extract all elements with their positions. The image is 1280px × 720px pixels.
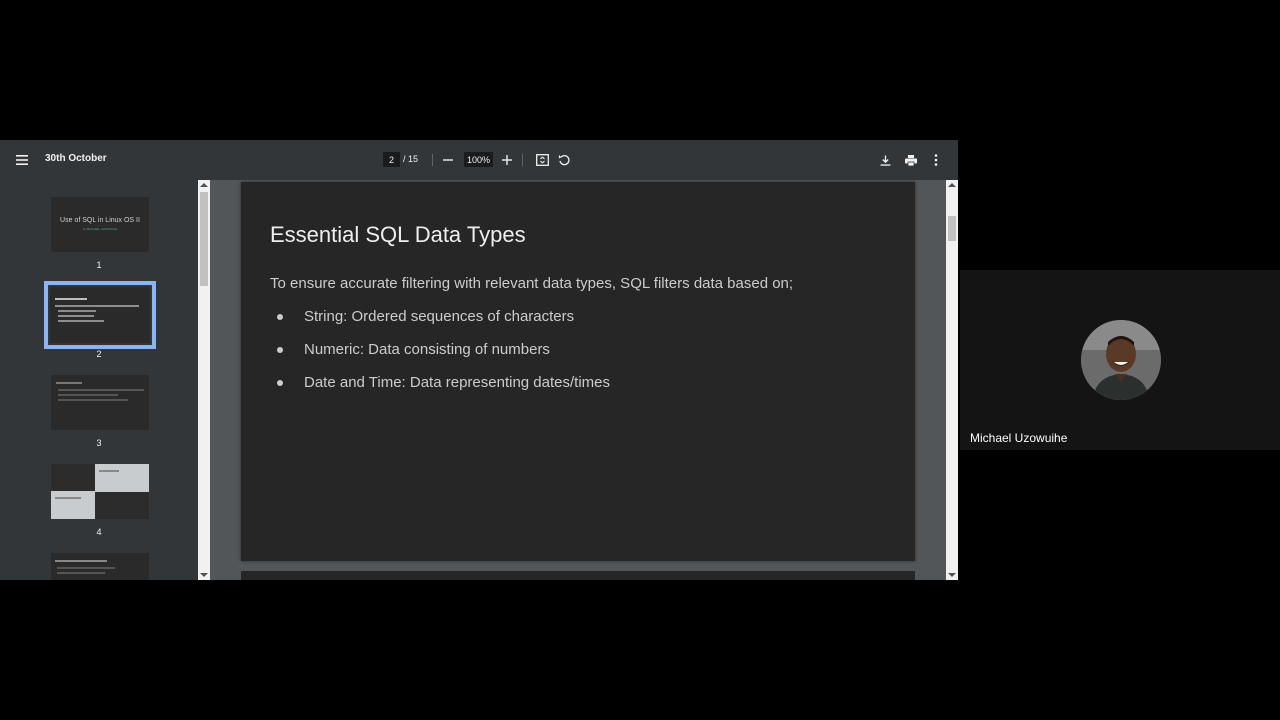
page-thumbnail-5[interactable] [51,553,149,580]
toolbar-divider [522,154,523,166]
thumbnail-number: 1 [96,260,102,270]
avatar-photo [1081,320,1161,400]
page-thumbnail-2[interactable] [44,281,156,349]
page-number-input[interactable] [383,152,400,167]
thumbnail-text-line [56,382,82,384]
page-thumbnail-3[interactable] [51,375,149,430]
thumbnail-text-line [99,470,119,472]
bullet-item: Numeric: Data consisting of numbers [277,341,610,374]
avatar [1081,320,1161,400]
bullet-item: String: Ordered sequences of characters [277,308,610,341]
slide-title: Essential SQL Data Types [270,222,526,247]
scroll-up-arrow[interactable] [948,183,956,187]
scroll-up-arrow[interactable] [200,183,208,187]
rotate-icon [558,155,570,166]
print-icon [905,154,917,166]
document-scroll-thumb[interactable] [948,216,956,241]
more-options-button[interactable] [926,150,946,170]
page-thumbnail-1[interactable]: Use of SQL in Linux OS II by MICHAEL UZO… [51,197,149,252]
thumbnail-text-line [57,572,105,574]
thumbnail-text-line [58,310,96,312]
thumbnail-text-line [58,394,118,396]
pdf-toolbar: 30th October / 15 [0,140,958,180]
document-scrollbar[interactable] [946,180,958,580]
zoom-out-button[interactable] [438,150,458,170]
next-slide-page [241,571,915,580]
thumbnail-subtitle: by MICHAEL UZOWUIHE [82,227,118,231]
participant-tile: Michael Uzowuihe [960,270,1280,450]
plus-icon [502,155,512,165]
download-icon [880,155,890,166]
thumbnail-text-line [55,497,81,499]
minus-icon [443,159,453,161]
thumbnail-text-line [57,567,115,569]
thumbnail-text-line [55,305,139,307]
scroll-down-arrow[interactable] [200,573,208,577]
thumbnail-screenshot [51,491,95,519]
document-title: 30th October [45,153,107,164]
scroll-down-arrow[interactable] [948,573,956,577]
thumbnail-text-line [58,389,144,391]
thumbnail-text-line [55,560,107,562]
thumbnail-title: Use of SQL in Linux OS II [60,217,140,224]
zoom-level-input[interactable] [464,152,493,167]
menu-icon [16,155,28,165]
thumbnail-text-line [58,320,104,322]
document-area: Essential SQL Data Types To ensure accur… [210,180,946,580]
menu-button[interactable] [12,150,32,170]
toolbar-divider [432,154,433,166]
download-button[interactable] [875,150,895,170]
thumbnail-number: 3 [96,438,102,448]
page-total: / 15 [403,154,419,164]
bullet-item: Date and Time: Data representing dates/t… [277,374,610,407]
thumbnail-text-line [58,315,94,317]
thumbnail-text-line [55,298,87,300]
participant-name: Michael Uzowuihe [970,431,1068,445]
print-button[interactable] [901,150,921,170]
more-vert-icon [934,154,938,166]
thumbnail-screenshot [95,464,149,492]
rotate-button[interactable] [554,150,574,170]
thumbnail-number: 4 [96,527,102,537]
pdf-viewer: 30th October / 15 Use of SQL i [0,140,958,580]
page-thumbnail-4[interactable] [51,464,149,519]
thumbnail-text-line [58,399,128,401]
sidebar-scrollbar[interactable] [198,180,210,580]
sidebar-scroll-thumb[interactable] [200,192,208,286]
thumbnail-sidebar: Use of SQL in Linux OS II by MICHAEL UZO… [0,180,198,580]
thumbnail-number: 2 [96,349,102,359]
slide-intro-text: To ensure accurate filtering with releva… [270,275,794,292]
slide-page: Essential SQL Data Types To ensure accur… [241,182,915,561]
fit-to-page-icon [535,154,549,166]
zoom-in-button[interactable] [497,150,517,170]
slide-bullet-list: String: Ordered sequences of characters … [277,308,610,407]
fit-to-page-button[interactable] [532,150,552,170]
